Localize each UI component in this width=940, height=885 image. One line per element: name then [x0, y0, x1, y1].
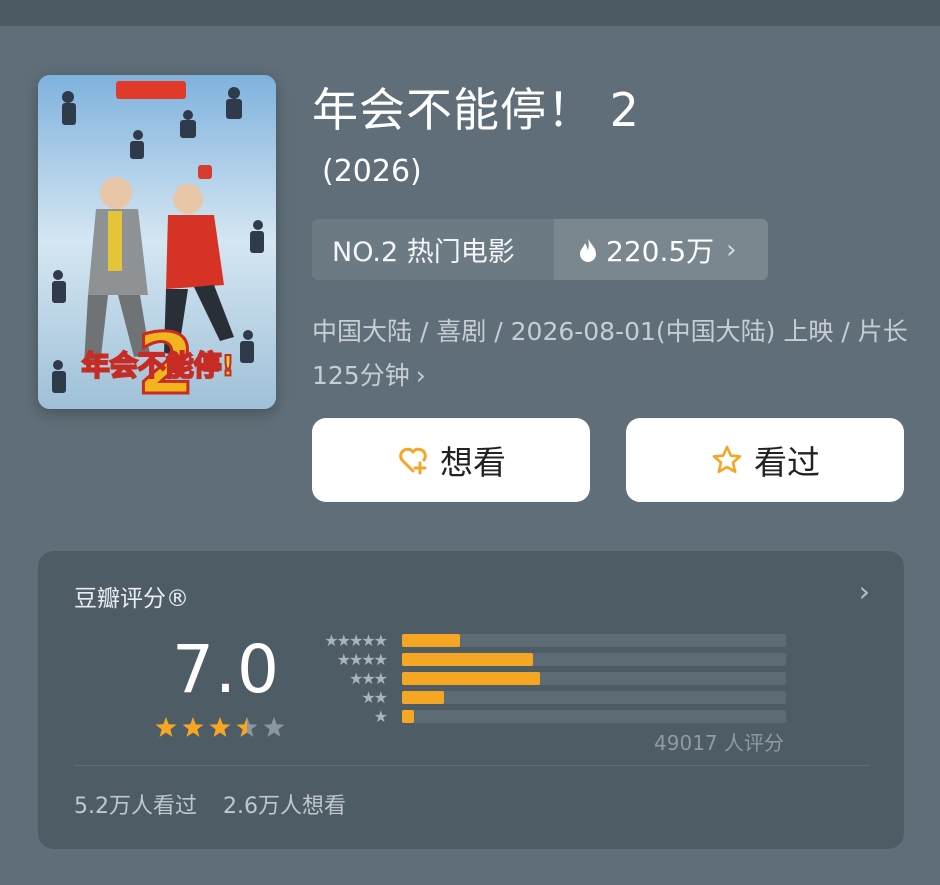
star-icon: ★★★★★	[324, 631, 388, 650]
distribution-row-5-star: ★★★★★	[306, 631, 786, 651]
star-icon	[263, 717, 285, 737]
divider	[74, 765, 870, 766]
movie-meta[interactable]: 中国大陆 / 喜剧 / 2026-08-01(中国大陆) 上映 / 片长125分…	[312, 310, 912, 398]
rating-score: 7.0	[172, 631, 280, 708]
distribution-bar	[402, 691, 445, 704]
distribution-track	[402, 691, 786, 704]
want-count: 2.6万人想看	[223, 794, 346, 819]
ranking-box[interactable]: NO.2 热门电影 220.5万 ›	[312, 219, 768, 280]
chevron-right-icon[interactable]: ›	[859, 575, 870, 608]
rating-stars	[155, 717, 285, 737]
movie-year: (2026)	[322, 154, 422, 189]
rating-card[interactable]: 豆瓣评分® › 7.0 ★★★★★ ★★★★ ★★★ ★★ ★ 49017 人评分 5.…	[38, 551, 904, 849]
chevron-right-icon: ›	[415, 361, 426, 390]
star-icon	[236, 717, 258, 737]
star-icon: ★★	[361, 688, 388, 707]
distribution-row-1-star: ★	[306, 707, 786, 727]
distribution-track	[402, 634, 786, 647]
distribution-row-3-star: ★★★	[306, 669, 786, 689]
poster-title: 年会不能停!	[82, 349, 235, 382]
movie-title: 年会不能停！ 2	[312, 83, 640, 137]
seen-count: 5.2万人看过	[74, 794, 197, 819]
star-icon: ★★★	[348, 669, 388, 688]
star-icon: ★★★★	[336, 650, 388, 669]
heat-value: 220.5万	[606, 234, 715, 268]
distribution-track	[402, 653, 786, 666]
distribution-bar	[402, 710, 414, 723]
star-icon	[155, 717, 177, 737]
distribution-bar	[402, 672, 541, 685]
want-to-watch-button[interactable]: 想看	[312, 418, 590, 502]
heart-plus-icon	[396, 443, 430, 477]
distribution-track	[402, 710, 786, 723]
seen-button[interactable]: 看过	[626, 418, 904, 502]
movie-poster[interactable]: 2 年会不能停!	[38, 75, 276, 409]
star-icon	[209, 717, 231, 737]
star-outline-icon	[710, 443, 744, 477]
want-label: 想看	[440, 443, 506, 482]
distribution-bar	[402, 653, 533, 666]
distribution-row-2-star: ★★	[306, 688, 786, 708]
rating-title: 豆瓣评分®	[74, 586, 189, 612]
seen-label: 看过	[754, 443, 820, 482]
rank-label[interactable]: NO.2 热门电影	[312, 219, 554, 280]
distribution-track	[402, 672, 786, 685]
distribution-row-4-star: ★★★★	[306, 650, 786, 670]
chevron-right-icon: ›	[726, 234, 737, 265]
rating-count: 49017 人评分	[654, 731, 784, 755]
star-icon: ★	[373, 707, 388, 726]
flame-icon	[578, 237, 598, 263]
star-icon	[182, 717, 204, 737]
meta-text: 中国大陆 / 喜剧 / 2026-08-01(中国大陆) 上映 / 片长125分…	[312, 317, 908, 390]
watch-stats: 5.2万人看过 2.6万人想看	[74, 788, 346, 820]
rating-distribution: ★★★★★ ★★★★ ★★★ ★★ ★	[306, 631, 786, 731]
distribution-bar	[402, 634, 460, 647]
top-bar	[0, 0, 940, 26]
heat-indicator[interactable]: 220.5万 ›	[554, 219, 768, 280]
